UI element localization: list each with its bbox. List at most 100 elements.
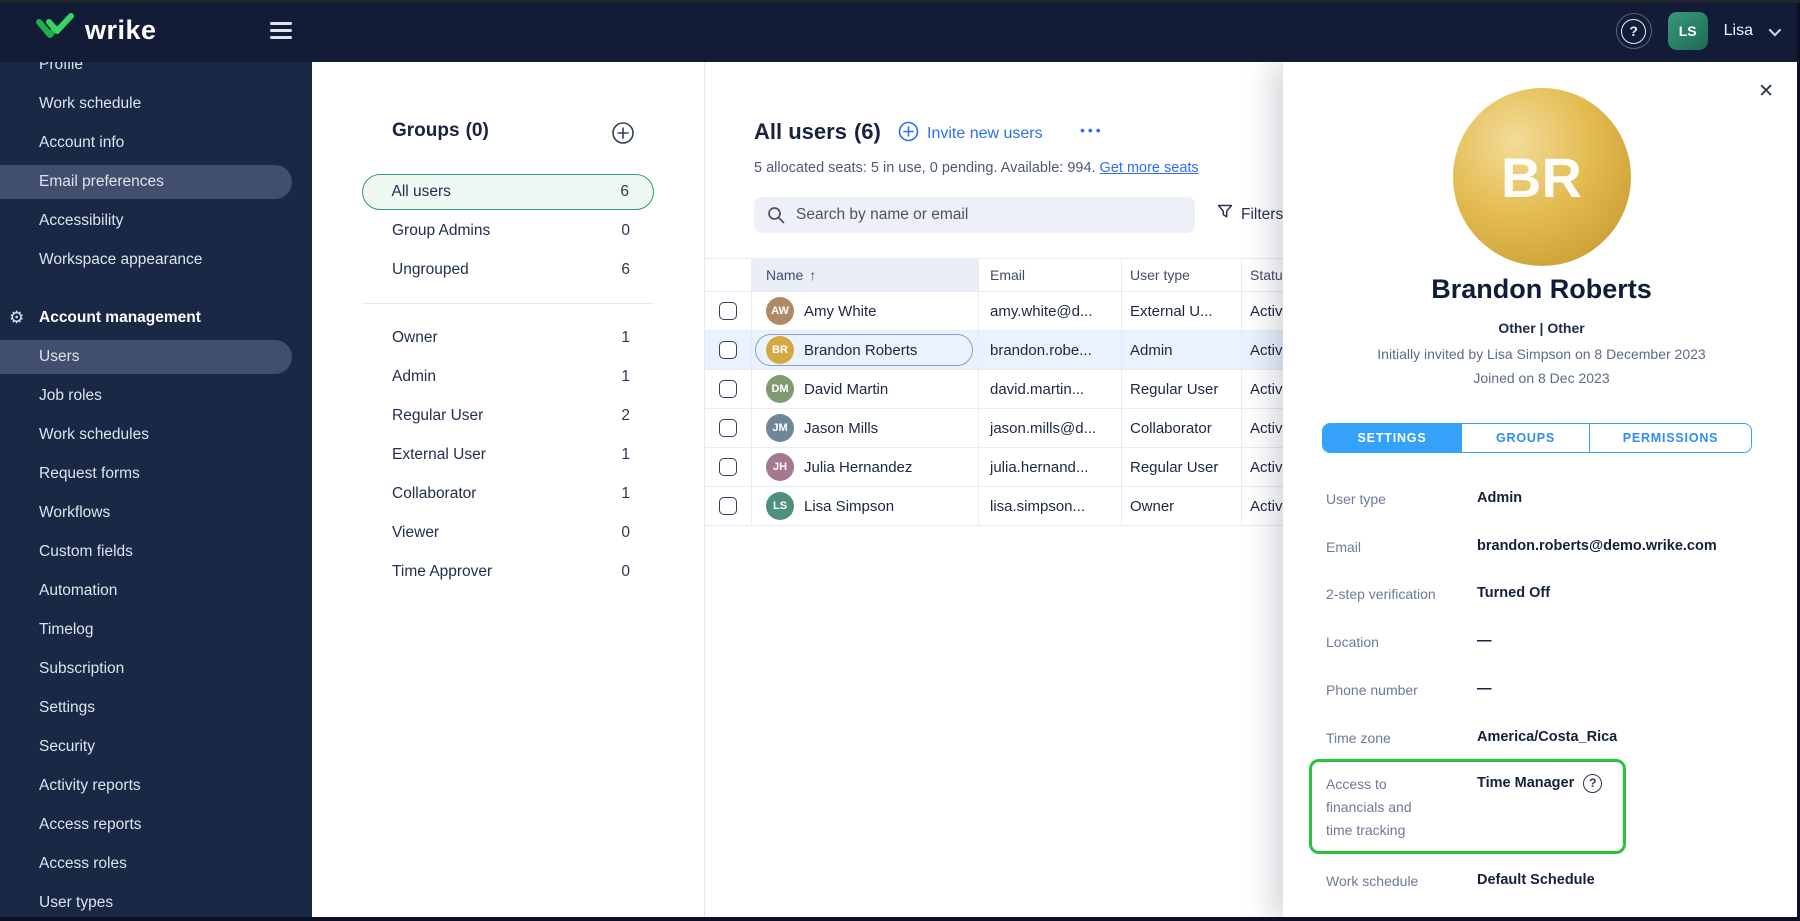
sidebar-item-email-preferences[interactable]: Email preferences: [0, 165, 292, 199]
sidebar-item-job-roles[interactable]: Job roles: [0, 376, 312, 415]
sidebar-item-work-schedule[interactable]: Work schedule: [0, 84, 312, 123]
row-checkbox[interactable]: [719, 380, 737, 398]
avatar: DM: [766, 375, 794, 403]
row-checkbox[interactable]: [719, 497, 737, 515]
sidebar-item-security[interactable]: Security: [0, 727, 312, 766]
tab-groups[interactable]: GROUPS: [1461, 424, 1589, 452]
sidebar-item-custom-fields[interactable]: Custom fields: [0, 532, 312, 571]
sidebar-item-request-forms[interactable]: Request forms: [0, 454, 312, 493]
groups-panel: Groups(0) All users6 Group Admins0 Ungro…: [312, 62, 705, 921]
profile-photo: BR: [1453, 88, 1631, 266]
sidebar-item-user-types[interactable]: User types: [0, 883, 312, 921]
help-button[interactable]: ?: [1616, 13, 1652, 49]
wrike-logo-icon: [36, 13, 76, 48]
user-name: Amy White: [804, 303, 877, 320]
chevron-down-icon[interactable]: [1769, 23, 1782, 36]
group-item-admin[interactable]: Admin1: [362, 357, 654, 396]
user-email: brandon.robe...: [979, 331, 1122, 369]
menu-icon[interactable]: [270, 22, 292, 40]
group-item-all-users[interactable]: All users6: [362, 174, 654, 210]
filter-funnel-icon: [1217, 204, 1233, 225]
row-checkbox[interactable]: [719, 341, 737, 359]
avatar: JM: [766, 414, 794, 442]
seats-summary: 5 allocated seats: 5 in use, 0 pending. …: [754, 160, 1199, 176]
sidebar-item-accessibility[interactable]: Accessibility: [0, 201, 312, 240]
add-group-button[interactable]: [611, 121, 635, 145]
user-name: Brandon Roberts: [804, 342, 917, 359]
group-item-group-admins[interactable]: Group Admins0: [362, 211, 654, 250]
sidebar-item-workspace-appearance[interactable]: Workspace appearance: [0, 240, 312, 279]
avatar: LS: [766, 492, 794, 520]
settings-sidebar: Profile Work schedule Account info Email…: [0, 62, 312, 921]
help-circle-icon[interactable]: ?: [1583, 774, 1602, 793]
row-checkbox[interactable]: [719, 458, 737, 476]
header-email[interactable]: Email: [979, 259, 1122, 291]
filters-label: Filters: [1241, 206, 1283, 224]
panel-tabs: SETTINGS GROUPS PERMISSIONS: [1322, 423, 1752, 453]
groups-list: All users6 Group Admins0 Ungrouped6 Owne…: [312, 172, 705, 591]
tab-settings[interactable]: SETTINGS: [1323, 424, 1461, 452]
brand-name: wrike: [85, 15, 157, 46]
user-name: Lisa Simpson: [804, 498, 894, 515]
sort-ascending-icon: ↑: [809, 267, 816, 283]
avatar: AW: [766, 297, 794, 325]
sidebar-item-automation[interactable]: Automation: [0, 571, 312, 610]
search-box: [754, 197, 1195, 233]
groups-count: (0): [466, 120, 489, 141]
topbar-right: ? LS Lisa: [1616, 0, 1778, 62]
sidebar-item-activity-reports[interactable]: Activity reports: [0, 766, 312, 805]
window-edge-top: [0, 0, 1800, 3]
sidebar-item-timelog[interactable]: Timelog: [0, 610, 312, 649]
sidebar-item-settings[interactable]: Settings: [0, 688, 312, 727]
close-icon[interactable]: ✕: [1758, 80, 1774, 103]
tab-permissions[interactable]: PERMISSIONS: [1589, 424, 1751, 452]
sidebar-item-users[interactable]: Users: [0, 340, 292, 374]
sidebar-item-work-schedules[interactable]: Work schedules: [0, 415, 312, 454]
sidebar-item-access-roles[interactable]: Access roles: [0, 844, 312, 883]
sidebar-item-account-info[interactable]: Account info: [0, 123, 312, 162]
groups-divider: [362, 289, 654, 318]
group-count: 1: [621, 329, 630, 347]
group-item-ungrouped[interactable]: Ungrouped6: [362, 250, 654, 289]
avatar[interactable]: LS: [1668, 12, 1708, 50]
topbar: wrike ? LS Lisa: [0, 0, 1800, 62]
user-email: amy.white@d...: [979, 292, 1122, 330]
profile-name: Brandon Roberts: [1283, 274, 1800, 305]
user-type: Admin: [1122, 331, 1242, 369]
page-title: All users(6): [754, 119, 881, 145]
user-detail-panel: ✕ BR Brandon Roberts Other | Other Initi…: [1283, 62, 1800, 921]
question-icon: ?: [1621, 19, 1646, 44]
header-name[interactable]: Name ↑: [752, 259, 979, 291]
wrike-logo[interactable]: wrike: [36, 13, 157, 48]
group-item-collaborator[interactable]: Collaborator1: [362, 474, 654, 513]
users-count: (6): [854, 119, 881, 144]
group-item-owner[interactable]: Owner1: [362, 318, 654, 357]
filters-button[interactable]: Filters: [1217, 204, 1283, 225]
invite-new-users-button[interactable]: Invite new users: [898, 121, 1043, 147]
group-item-regular-user[interactable]: Regular User2: [362, 396, 654, 435]
user-name[interactable]: Lisa: [1724, 22, 1753, 40]
group-count: 1: [621, 368, 630, 386]
header-checkbox-cell: [705, 259, 752, 291]
plus-circle-icon: [898, 121, 919, 147]
more-menu-button[interactable]: •••: [1080, 122, 1104, 138]
group-item-external-user[interactable]: External User1: [362, 435, 654, 474]
sidebar-item-subscription[interactable]: Subscription: [0, 649, 312, 688]
sidebar-section-label: Account management: [39, 309, 201, 327]
sidebar-item-profile[interactable]: Profile: [0, 62, 312, 84]
group-item-viewer[interactable]: Viewer0: [362, 513, 654, 552]
sidebar-item-access-reports[interactable]: Access reports: [0, 805, 312, 844]
row-checkbox[interactable]: [719, 302, 737, 320]
invite-label: Invite new users: [927, 125, 1043, 143]
group-item-time-approver[interactable]: Time Approver0: [362, 552, 654, 591]
group-count: 0: [621, 524, 630, 542]
row-checkbox[interactable]: [719, 419, 737, 437]
avatar: BR: [766, 336, 794, 364]
user-email: david.martin...: [979, 370, 1122, 408]
sidebar-item-workflows[interactable]: Workflows: [0, 493, 312, 532]
get-more-seats-link[interactable]: Get more seats: [1100, 160, 1199, 176]
window-edge-bottom: [0, 917, 1800, 921]
header-user-type[interactable]: User type: [1122, 259, 1242, 291]
search-input[interactable]: [796, 197, 1186, 233]
group-count: 2: [621, 407, 630, 425]
